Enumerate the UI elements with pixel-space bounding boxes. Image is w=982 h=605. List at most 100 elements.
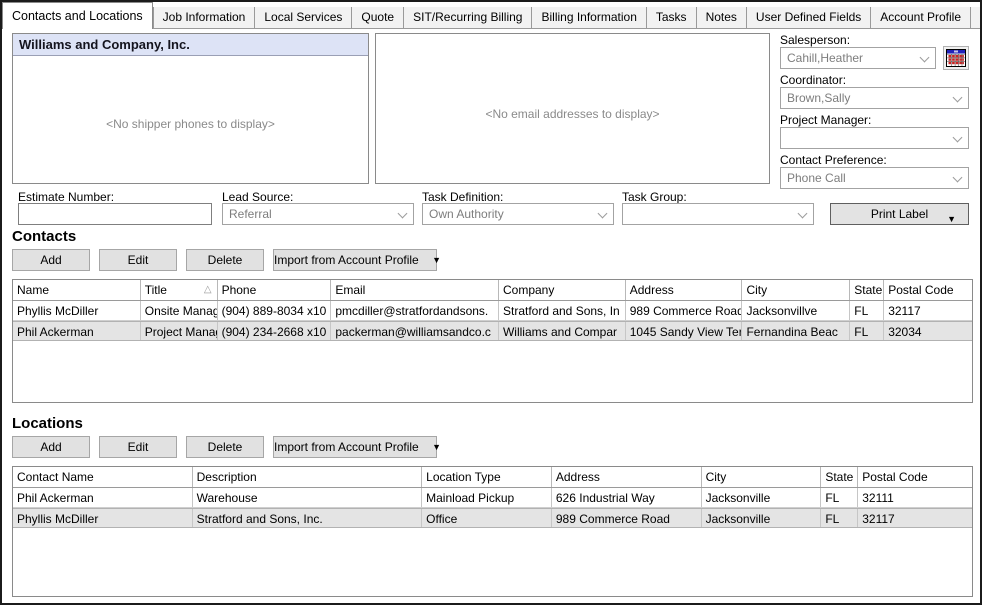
task-definition-value: Own Authority [429,207,504,221]
locations-import-button[interactable]: Import from Account Profile ▼ [273,436,437,458]
dropdown-arrow-icon: ▼ [432,442,441,452]
tab-tasks[interactable]: Tasks [647,7,697,29]
table-cell: FL [850,301,884,320]
column-header-company[interactable]: Company [499,280,626,300]
table-row[interactable]: Phil AckermanWarehouseMainload Pickup626… [13,488,972,508]
table-cell: Project Manag [141,322,218,340]
print-label-button[interactable]: Print Label ▼ [830,203,969,225]
chevron-down-icon [598,209,608,219]
coordinator-select[interactable]: Brown,Sally [780,87,969,109]
contacts-import-button[interactable]: Import from Account Profile ▼ [273,249,437,271]
table-cell: pmcdiller@stratfordandsons. [331,301,499,320]
contacts-delete-button[interactable]: Delete [186,249,264,271]
tab-quote[interactable]: Quote [352,7,404,29]
table-cell: packerman@williamsandco.c [331,322,499,340]
table-cell: FL [850,322,884,340]
contact-preference-select[interactable]: Phone Call [780,167,969,189]
table-header-row: Contact NameDescriptionLocation TypeAddr… [13,467,972,488]
table-header-row: NameTitle△PhoneEmailCompanyAddressCitySt… [13,280,972,301]
table-cell: Mainload Pickup [422,488,552,507]
column-header-location-type[interactable]: Location Type [422,467,552,487]
table-cell: Phyllis McDiller [13,301,141,320]
column-header-contact-name[interactable]: Contact Name [13,467,193,487]
table-cell: Warehouse [193,488,423,507]
coordinator-label: Coordinator: [780,73,846,87]
table-cell: 32111 [858,488,972,507]
tab-user-defined-fields[interactable]: User Defined Fields [747,7,871,29]
table-cell: 1045 Sandy View Terr [626,322,743,340]
project-manager-select[interactable] [780,127,969,149]
column-header-address[interactable]: Address [552,467,702,487]
column-header-city[interactable]: City [702,467,822,487]
column-header-description[interactable]: Description [193,467,423,487]
contacts-add-button[interactable]: Add [12,249,90,271]
table-cell: FL [821,488,858,507]
table-cell: Office [422,509,552,527]
contacts-edit-button[interactable]: Edit [99,249,177,271]
column-header-name[interactable]: Name [13,280,141,300]
task-group-select[interactable] [622,203,814,225]
chevron-down-icon [953,133,963,143]
table-cell: 32117 [884,301,972,320]
locations-add-button[interactable]: Add [12,436,90,458]
tab-local-services[interactable]: Local Services [255,7,352,29]
table-cell: 989 Commerce Road [626,301,743,320]
locations-edit-button[interactable]: Edit [99,436,177,458]
dropdown-arrow-icon: ▼ [432,255,441,265]
column-header-postal-code[interactable]: Postal Code [858,467,972,487]
contacts-table: NameTitle△PhoneEmailCompanyAddressCitySt… [12,279,973,403]
account-name-header: Williams and Company, Inc. [13,34,368,56]
tab-agents[interactable]: Agents [971,7,982,29]
table-cell: Stratford and Sons, Inc. [193,509,423,527]
salesperson-calendar-button[interactable] [943,46,969,70]
table-cell: Phyllis McDiller [13,509,193,527]
shipper-phones-panel: Williams and Company, Inc. <No shipper p… [12,33,369,184]
dropdown-arrow-icon: ▼ [947,209,956,229]
salesperson-label: Salesperson: [780,33,850,47]
chevron-down-icon [953,93,963,103]
chevron-down-icon [953,173,963,183]
table-cell: 626 Industrial Way [552,488,702,507]
table-cell: Jacksonville [702,509,822,527]
column-header-address[interactable]: Address [626,280,743,300]
contacts-import-text: Import from Account Profile [274,253,419,267]
column-header-phone[interactable]: Phone [218,280,332,300]
tab-sit-recurring-billing[interactable]: SIT/Recurring Billing [404,7,532,29]
tab-notes[interactable]: Notes [697,7,747,29]
contact-preference-value: Phone Call [787,171,846,185]
contacts-heading: Contacts [12,228,76,245]
column-header-title[interactable]: Title△ [141,280,218,300]
table-cell: Fernandina Beac [742,322,850,340]
lead-source-select[interactable]: Referral [222,203,414,225]
estimate-number-input[interactable] [18,203,212,225]
table-cell: Stratford and Sons, In [499,301,626,320]
task-definition-label: Task Definition: [422,190,503,204]
column-header-postal-code[interactable]: Postal Code [884,280,972,300]
print-label-text: Print Label [871,207,928,221]
tab-account-profile[interactable]: Account Profile [871,7,971,29]
table-row[interactable]: Phyllis McDillerOnsite Manag(904) 889-80… [13,301,972,321]
tab-billing-information[interactable]: Billing Information [532,7,646,29]
table-cell: (904) 234-2668 x10 [218,322,332,340]
salesperson-select[interactable]: Cahill,Heather [780,47,936,69]
tab-bar: Contacts and LocationsJob InformationLoc… [2,2,980,29]
chevron-down-icon [398,209,408,219]
table-cell: Williams and Compar [499,322,626,340]
task-definition-select[interactable]: Own Authority [422,203,614,225]
contact-preference-label: Contact Preference: [780,153,887,167]
project-manager-label: Project Manager: [780,113,871,127]
tab-job-information[interactable]: Job Information [153,7,256,29]
table-cell: Phil Ackerman [13,488,193,507]
lead-source-label: Lead Source: [222,190,293,204]
table-cell: 32117 [858,509,972,527]
locations-table: Contact NameDescriptionLocation TypeAddr… [12,466,973,597]
column-header-city[interactable]: City [742,280,850,300]
column-header-email[interactable]: Email [331,280,499,300]
tab-contacts-and-locations[interactable]: Contacts and Locations [2,2,153,29]
table-row[interactable]: Phyllis McDillerStratford and Sons, Inc.… [13,508,972,528]
locations-delete-button[interactable]: Delete [186,436,264,458]
column-header-state[interactable]: State [850,280,884,300]
column-header-state[interactable]: State [821,467,858,487]
table-row[interactable]: Phil AckermanProject Manag(904) 234-2668… [13,321,972,341]
table-cell: (904) 889-8034 x10 [218,301,332,320]
